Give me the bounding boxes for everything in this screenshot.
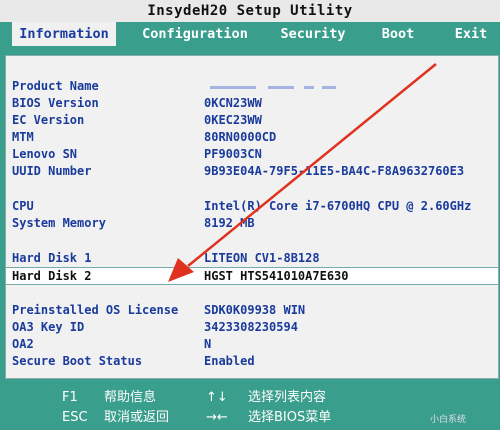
watermark-logo: 小白系统: [429, 415, 466, 425]
nav-description: 选择列表内容: [248, 390, 327, 405]
f1-description: 帮助信息: [104, 390, 157, 405]
esc-key: ESC: [62, 410, 88, 425]
arrow-head: [168, 258, 194, 282]
help-footer: F1 帮助信息 ↑↓ 选择列表内容 ESC 取消或返回 →← 选择BIOS菜单 …: [0, 383, 500, 430]
f1-key: F1: [62, 390, 78, 405]
esc-description: 取消或返回: [104, 410, 170, 425]
left-right-arrows-icon: →←: [206, 410, 228, 425]
up-down-arrows-icon: ↑↓: [206, 390, 228, 405]
menu-select-description: 选择BIOS菜单: [248, 410, 332, 425]
arrow-shaft: [187, 63, 437, 267]
annotation-arrow-icon: [168, 63, 437, 282]
